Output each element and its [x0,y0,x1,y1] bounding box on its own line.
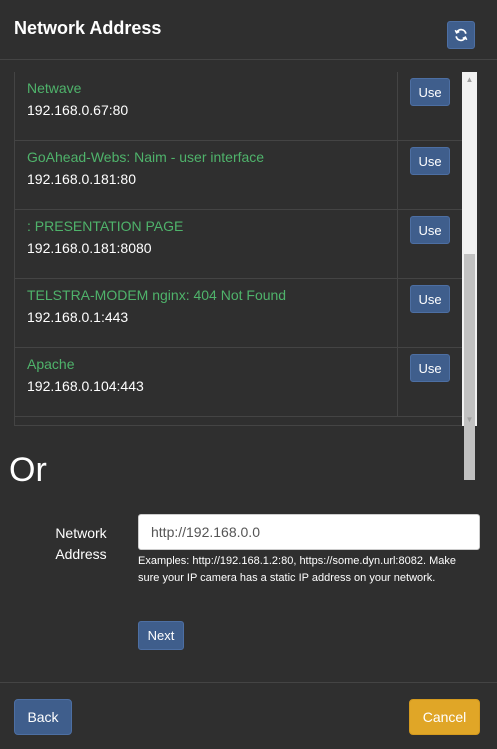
cancel-button[interactable]: Cancel [409,699,480,735]
or-separator: Or [9,451,47,489]
list-scrollbar[interactable]: ▲ ▼ [462,72,477,480]
device-address: 192.168.0.104:443 [27,378,144,394]
use-button[interactable]: Use [410,354,450,382]
device-address: 192.168.0.181:8080 [27,240,152,256]
next-button[interactable]: Next [138,621,184,650]
use-cell: Use [397,279,463,347]
device-address: 192.168.0.181:80 [27,171,136,187]
use-button[interactable]: Use [410,147,450,175]
device-address: 192.168.0.1:443 [27,309,129,325]
device-list[interactable]: Netwave 192.168.0.67:80 Use GoAhead-Webs… [14,72,466,426]
use-button[interactable]: Use [410,285,450,313]
use-cell: Use [397,348,463,416]
refresh-icon [454,28,468,42]
use-cell: Use [397,72,463,140]
scroll-up-arrow-icon[interactable]: ▲ [462,72,477,86]
help-text: Examples: http://192.168.1.2:80, https:/… [138,555,456,584]
use-button[interactable]: Use [410,216,450,244]
device-name: Netwave [27,80,82,96]
back-button[interactable]: Back [14,699,72,735]
network-address-input[interactable] [138,514,480,550]
device-row: GoAhead-Webs: Naim - user interface 192.… [15,141,463,210]
device-row: : PRESENTATION PAGE 192.168.0.181:8080 U… [15,210,463,279]
device-name: GoAhead-Webs: Naim - user interface [27,149,265,165]
use-cell: Use [397,141,463,209]
use-cell: Use [397,210,463,278]
device-name: Apache [27,356,75,372]
refresh-button[interactable] [447,21,475,49]
scroll-down-arrow-icon[interactable]: ▼ [462,412,477,426]
device-row: Netwave 192.168.0.67:80 Use [15,72,463,141]
device-address: 192.168.0.67:80 [27,102,129,118]
scrollbar-thumb[interactable] [464,254,475,480]
dialog-header: Network Address [0,0,497,60]
footer-divider [0,682,497,683]
network-address-label: Network Address [55,525,107,562]
device-row: TELSTRA-MODEM nginx: 404 Not Found 192.1… [15,279,463,348]
device-name: : PRESENTATION PAGE [27,218,184,234]
dialog-title: Network Address [14,18,162,38]
device-list-content: Netwave 192.168.0.67:80 Use GoAhead-Webs… [15,72,463,417]
device-name: TELSTRA-MODEM nginx: 404 Not Found [27,287,287,303]
device-row: Apache 192.168.0.104:443 Use [15,348,463,417]
use-button[interactable]: Use [410,78,450,106]
